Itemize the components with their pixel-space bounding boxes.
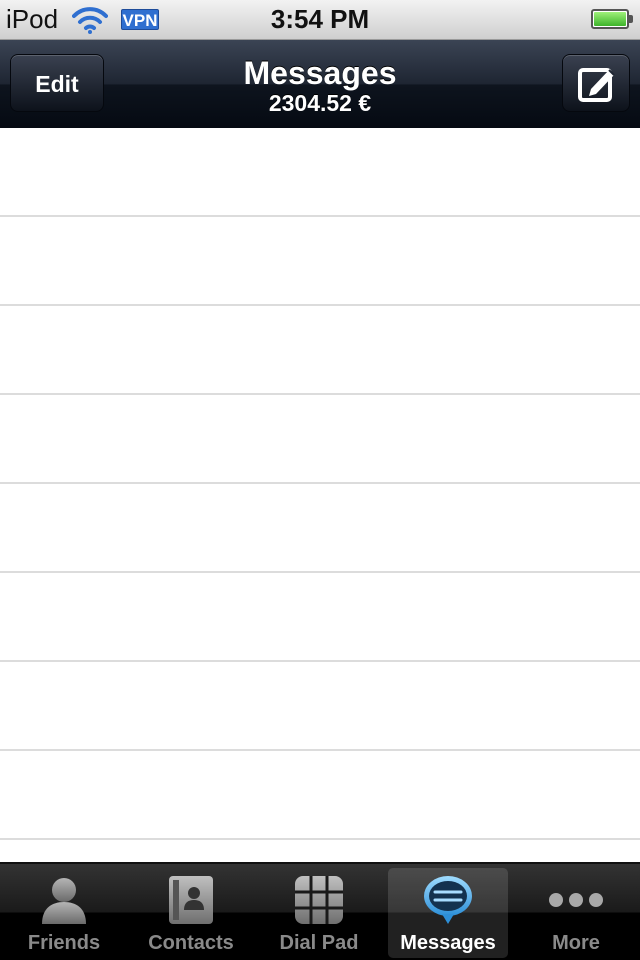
more-dots-icon bbox=[549, 893, 603, 907]
list-item[interactable] bbox=[0, 306, 640, 395]
tab-bar: Friends Contacts Dial Pad Messages More bbox=[0, 862, 640, 960]
navigation-bar: Edit Messages 2304.52 € bbox=[0, 40, 640, 128]
list-item[interactable] bbox=[0, 751, 640, 840]
battery-icon bbox=[591, 9, 633, 29]
person-icon bbox=[42, 878, 86, 924]
list-item[interactable] bbox=[0, 573, 640, 662]
keypad-icon bbox=[295, 876, 343, 924]
speech-bubble-icon bbox=[424, 876, 472, 924]
status-time: 3:54 PM bbox=[270, 4, 370, 34]
tab-more[interactable]: More bbox=[516, 868, 636, 958]
compose-button[interactable] bbox=[562, 54, 630, 112]
tab-dial-pad[interactable]: Dial Pad bbox=[259, 868, 379, 958]
list-item[interactable] bbox=[0, 217, 640, 306]
list-item[interactable] bbox=[0, 128, 640, 217]
tab-contacts[interactable]: Contacts bbox=[131, 868, 251, 958]
address-book-icon bbox=[169, 876, 213, 924]
balance-label: 2304.52 € bbox=[268, 90, 372, 116]
compose-icon bbox=[578, 68, 615, 102]
list-item[interactable] bbox=[0, 484, 640, 573]
message-list[interactable] bbox=[0, 128, 640, 862]
status-bar: iPod VPN 3:54 PM bbox=[0, 0, 640, 40]
tab-friends[interactable]: Friends bbox=[4, 868, 124, 958]
tab-messages[interactable]: Messages bbox=[388, 868, 508, 958]
list-item[interactable] bbox=[0, 662, 640, 751]
tab-label: More bbox=[552, 932, 600, 954]
page-title: Messages bbox=[243, 55, 397, 91]
list-item[interactable] bbox=[0, 395, 640, 484]
